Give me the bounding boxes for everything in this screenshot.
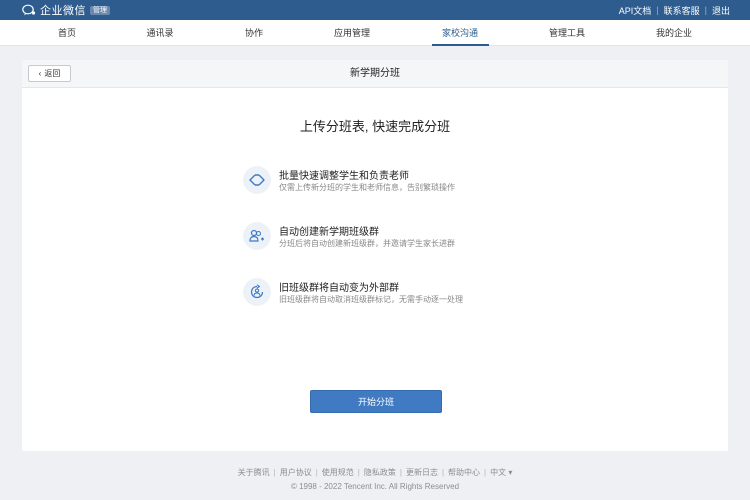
top-bar: 企业微信 管理 API文档 | 联系客服 | 退出 bbox=[0, 0, 750, 20]
feature-title: 批量快速调整学生和负责老师 bbox=[279, 171, 409, 182]
group-add-icon bbox=[243, 222, 271, 250]
brand-logo[interactable]: 企业微信 管理 bbox=[22, 2, 110, 18]
separator: | bbox=[656, 5, 659, 15]
footer-link-changelog[interactable]: 更新日志 bbox=[406, 468, 438, 477]
brand-badge: 管理 bbox=[90, 5, 110, 15]
feature-title: 旧班级群将自动变为外部群 bbox=[279, 283, 399, 294]
separator: | bbox=[399, 468, 402, 477]
nav-school-home[interactable]: 家校沟通 bbox=[442, 20, 478, 46]
copyright: © 1998 - 2022 Tencent Inc. All Rights Re… bbox=[290, 482, 460, 491]
main-nav: 首页 通讯录 协作 应用管理 家校沟通 管理工具 我的企业 bbox=[0, 20, 750, 46]
separator: | bbox=[704, 5, 707, 15]
footer-link-usage-rules[interactable]: 使用规范 bbox=[322, 468, 354, 477]
brand-name: 企业微信 bbox=[40, 5, 86, 17]
nav-contacts[interactable]: 通讯录 bbox=[146, 20, 173, 46]
feature-description: 分班后将自动创建新班级群，并邀请学生家长进群 bbox=[279, 239, 455, 248]
feature-description: 旧班级群将自动取消班级群标记，无需手动逐一处理 bbox=[279, 295, 463, 304]
separator: | bbox=[315, 468, 318, 477]
language-select[interactable]: 中文 ▾ bbox=[490, 468, 512, 477]
separator: | bbox=[484, 468, 487, 477]
wecom-logo-icon bbox=[22, 4, 36, 16]
nav-collaboration[interactable]: 协作 bbox=[245, 20, 263, 46]
feature-description: 仅需上传新分班的学生和老师信息，告别繁琐操作 bbox=[279, 183, 455, 192]
back-button[interactable]: ‹ 返回 bbox=[28, 65, 71, 82]
api-docs-link[interactable]: API文档 bbox=[619, 4, 652, 17]
headline: 上传分班表, 快速完成分班 bbox=[299, 119, 451, 134]
page-title: 新学期分班 bbox=[350, 68, 400, 79]
footer-link-user-agreement[interactable]: 用户协议 bbox=[280, 468, 312, 477]
nav-app-management[interactable]: 应用管理 bbox=[334, 20, 370, 46]
nav-admin-tools[interactable]: 管理工具 bbox=[549, 20, 585, 46]
card-header: 新学期分班 ‹ 返回 bbox=[22, 60, 728, 88]
start-class-division-button[interactable]: 开始分班 bbox=[310, 390, 442, 413]
external-group-icon bbox=[243, 278, 271, 306]
contact-support-link[interactable]: 联系客服 bbox=[664, 4, 700, 17]
logout-link[interactable]: 退出 bbox=[712, 4, 730, 17]
nav-my-company[interactable]: 我的企业 bbox=[656, 20, 692, 46]
swap-icon bbox=[243, 166, 271, 194]
footer-link-privacy[interactable]: 隐私政策 bbox=[364, 468, 396, 477]
chevron-left-icon: ‹ bbox=[38, 69, 42, 78]
separator: | bbox=[357, 468, 360, 477]
nav-home[interactable]: 首页 bbox=[58, 20, 76, 46]
feature-title: 自动创建新学期班级群 bbox=[279, 227, 379, 238]
back-button-label: 返回 bbox=[44, 69, 61, 78]
footer-link-about[interactable]: 关于腾讯 bbox=[238, 468, 270, 477]
separator: | bbox=[441, 468, 445, 477]
separator: | bbox=[273, 468, 276, 477]
active-tab-indicator bbox=[432, 44, 489, 46]
footer-link-help-center[interactable]: 帮助中心 bbox=[448, 468, 480, 477]
footer-links: 关于腾讯 | 用户协议 | 使用规范 | 隐私政策 | 更新日志 | 帮助中心 | 中文 ▾ bbox=[0, 467, 750, 478]
top-links: API文档 | 联系客服 | 退出 bbox=[619, 0, 730, 20]
